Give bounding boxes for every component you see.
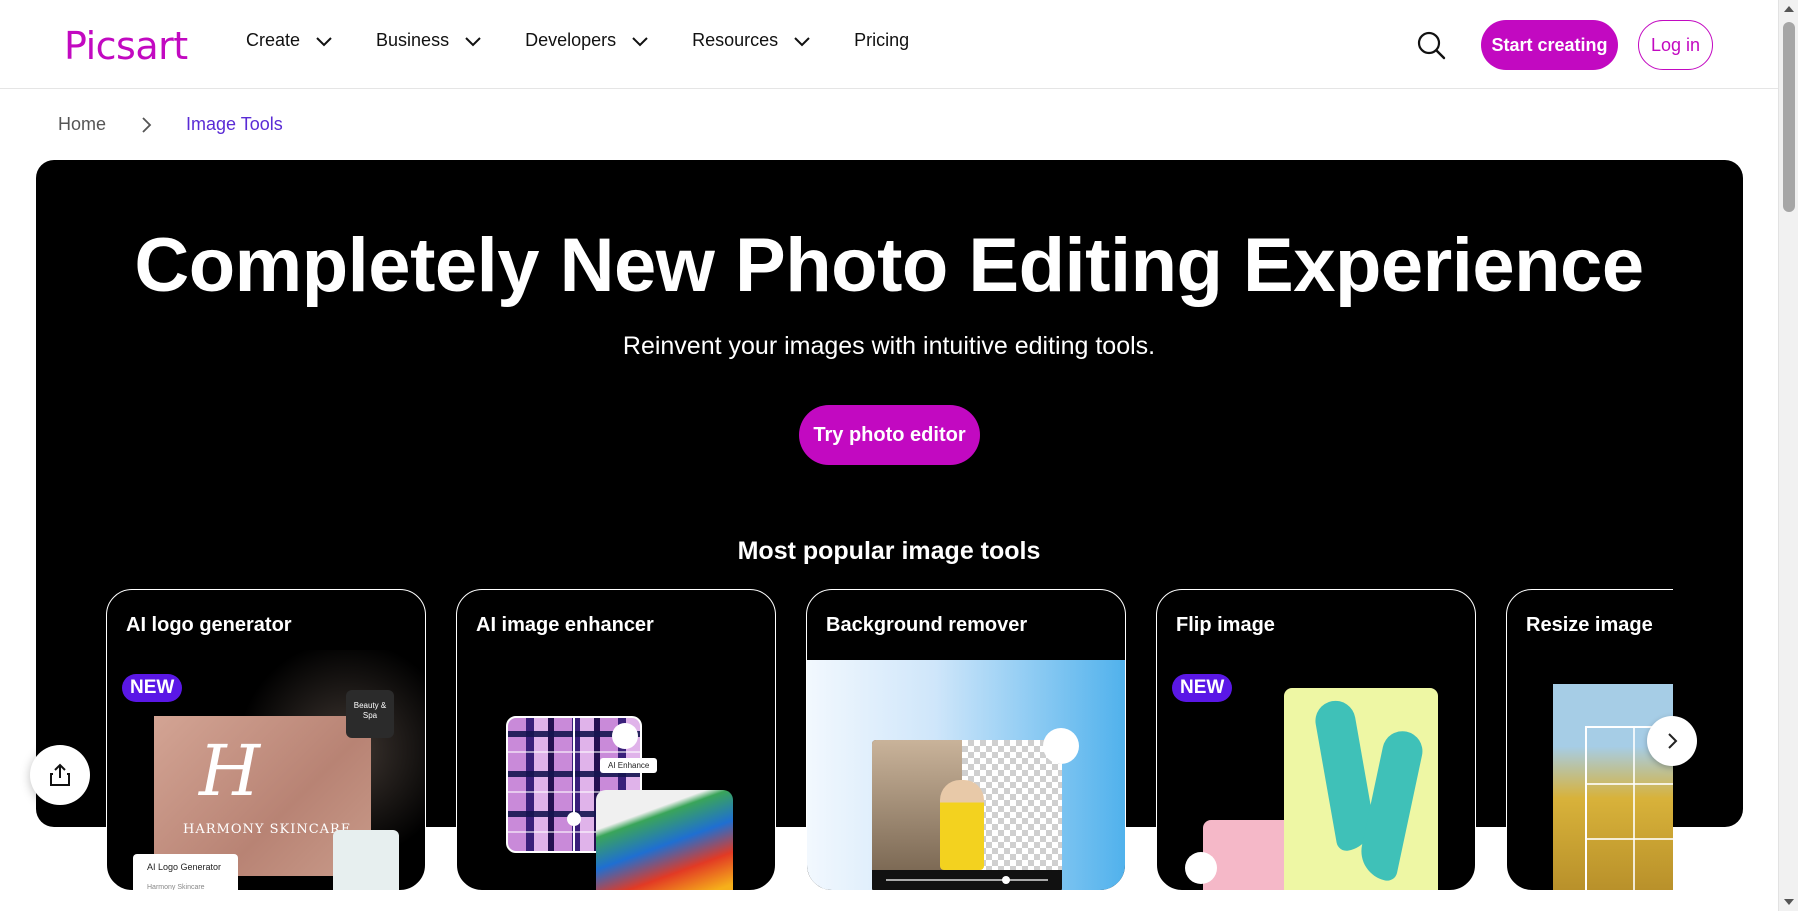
compare-divider [573, 716, 575, 853]
nav-create-label: Create [246, 30, 301, 50]
try-photo-editor-button[interactable]: Try photo editor [799, 405, 980, 465]
share-button[interactable] [30, 745, 90, 805]
new-badge: NEW [122, 674, 183, 702]
nav-resources-label: Resources [692, 30, 779, 50]
card-title: AI logo generator [126, 614, 292, 636]
hero-subtitle: Reinvent your images with intuitive edit… [622, 332, 1156, 360]
main-nav: Create Business Developers Resources Pri… [246, 30, 951, 51]
scroll-thumb[interactable] [1783, 22, 1795, 212]
parrot-image [596, 790, 733, 890]
chevron-right-icon [142, 116, 152, 133]
enhance-icon [612, 723, 638, 749]
search-icon[interactable] [1415, 29, 1447, 61]
compare-handle-icon [567, 812, 581, 826]
nav-business-label: Business [376, 30, 450, 50]
logo-brand-text: HARMONY SKINCARE [183, 822, 352, 837]
chevron-down-icon [316, 36, 332, 46]
video-preview [872, 740, 1062, 890]
nav-business[interactable]: Business [376, 30, 483, 51]
nav-resources[interactable]: Resources [692, 30, 812, 51]
chevron-down-icon [632, 36, 648, 46]
site-header: Picsart Create Business Developers Resou… [0, 0, 1778, 89]
background-remove-icon [1043, 728, 1079, 764]
logo-monogram: H [199, 730, 261, 812]
chevron-down-icon [794, 36, 810, 46]
new-badge: NEW [1172, 674, 1233, 702]
person-cutout [940, 780, 984, 870]
chevron-right-icon [1668, 733, 1678, 749]
progress-knob [1002, 876, 1010, 884]
scroll-down-arrow-icon[interactable] [1784, 899, 1794, 905]
card-title: Background remover [826, 614, 1028, 636]
nav-pricing[interactable]: Pricing [854, 30, 909, 51]
card-title: Flip image [1176, 614, 1275, 636]
hero-title: Completely New Photo Editing Experience [134, 223, 1644, 308]
logo-tag: Beauty & Spa [346, 690, 394, 738]
tool-card-flip-image[interactable]: Flip image NEW [1156, 589, 1476, 891]
tool-card-ai-logo-generator[interactable]: AI logo generator H HARMONY SKINCARE Bea… [106, 589, 426, 891]
enhance-label: AI Enhance [600, 758, 658, 773]
page-scrollbar[interactable] [1778, 0, 1798, 911]
crop-grid-line [1587, 838, 1673, 840]
nav-developers[interactable]: Developers [525, 30, 650, 51]
card-title: Resize image [1526, 614, 1653, 636]
crop-grid-line [1633, 728, 1635, 890]
tool-card-ai-image-enhancer[interactable]: AI image enhancer AI Enhance [456, 589, 776, 891]
product-bottle-image [333, 830, 399, 890]
share-icon [50, 763, 70, 786]
video-progress [886, 879, 1048, 881]
panel-label: AI Logo Generator [147, 862, 222, 872]
card-title: AI image enhancer [476, 614, 654, 636]
breadcrumb: Home Image Tools [58, 114, 283, 135]
breadcrumb-home[interactable]: Home [58, 114, 106, 135]
chevron-down-icon [465, 36, 481, 46]
nav-developers-label: Developers [525, 30, 617, 50]
breadcrumb-image-tools[interactable]: Image Tools [186, 114, 283, 135]
carousel-next-button[interactable] [1647, 716, 1697, 766]
tool-card-background-remover[interactable]: Background remover [806, 589, 1126, 891]
flip-icon [1185, 852, 1217, 884]
start-creating-button[interactable]: Start creating [1481, 20, 1618, 70]
scroll-up-arrow-icon[interactable] [1784, 6, 1794, 12]
login-button[interactable]: Log in [1638, 20, 1713, 70]
logo-generator-panel: AI Logo Generator Harmony Skincare [133, 854, 238, 891]
tools-carousel: AI logo generator H HARMONY SKINCARE Bea… [106, 589, 1673, 891]
picsart-logo[interactable]: Picsart [64, 24, 188, 68]
panel-sub: Harmony Skincare [147, 884, 205, 891]
popular-tools-heading: Most popular image tools [737, 537, 1041, 565]
nav-create[interactable]: Create [246, 30, 334, 51]
crop-grid-line [1587, 783, 1673, 785]
nav-pricing-label: Pricing [854, 30, 910, 50]
